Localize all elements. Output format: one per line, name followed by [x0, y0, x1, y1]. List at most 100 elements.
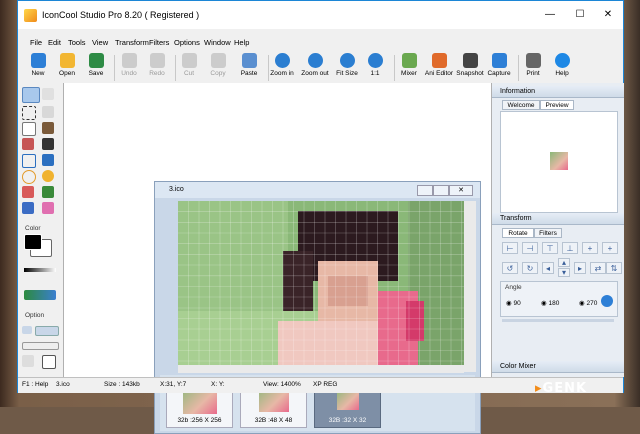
app-window: IconCool Studio Pro 8.20 ( Registered ) …	[17, 0, 624, 434]
save-label: Save	[88, 70, 104, 77]
redo-button[interactable]: Redo	[140, 51, 174, 83]
menu-window[interactable]: Window	[204, 38, 231, 47]
selection-tool-icon[interactable]	[22, 87, 40, 103]
option-small-icon[interactable]	[22, 326, 32, 334]
eyedropper-icon[interactable]	[42, 186, 54, 198]
flip-horizontal-icon[interactable]: ⇄	[590, 262, 606, 274]
line-width-selector[interactable]	[22, 342, 59, 350]
fill-bucket-icon[interactable]	[22, 186, 34, 198]
menu-tools[interactable]: Tools	[68, 38, 86, 47]
flip-vertical-icon[interactable]: ⇅	[606, 262, 622, 274]
capture-label: Capture	[487, 70, 511, 77]
angle-180-radio[interactable]: ◉ 180	[541, 299, 559, 307]
align-right-button[interactable]: ⊣	[522, 242, 538, 254]
center-horizontal-button[interactable]: +	[582, 242, 598, 254]
menu-filters[interactable]: Filters	[149, 38, 169, 47]
tab-rotate[interactable]: Rotate	[502, 228, 534, 238]
menu-options[interactable]: Options	[174, 38, 200, 47]
close-button[interactable]: ✕	[593, 1, 623, 29]
rectangle-icon[interactable]	[22, 154, 36, 168]
rotate-ccw-icon[interactable]: ↺	[502, 262, 518, 274]
opacity-slider[interactable]	[24, 268, 56, 272]
pencil-tool-icon[interactable]	[42, 122, 54, 134]
lasso-tool-icon[interactable]	[42, 88, 54, 100]
nudge-left-button[interactable]: ◂	[542, 262, 554, 274]
menu-file[interactable]: File	[30, 38, 42, 47]
status-bar: F1 : Help 3.ico Size : 143kb X:31, Y:7 X…	[18, 377, 623, 393]
preview-pane	[500, 111, 618, 213]
actual-size-button[interactable]: 1:1	[358, 51, 392, 83]
zoom-out-label: Zoom out	[301, 70, 329, 77]
brush-tool-icon[interactable]	[22, 138, 34, 150]
apply-rotate-icon[interactable]	[601, 295, 613, 307]
title-bar: IconCool Studio Pro 8.20 ( Registered ) …	[18, 1, 623, 29]
menu-edit[interactable]: Edit	[48, 38, 61, 47]
align-left-button[interactable]: ⊢	[502, 242, 518, 254]
angle-270-radio[interactable]: ◉ 270	[579, 299, 597, 307]
nudge-right-button[interactable]: ▸	[574, 262, 586, 274]
maximize-button[interactable]: ☐	[565, 1, 595, 29]
text-tool-icon[interactable]	[22, 202, 34, 214]
ellipse-icon[interactable]	[22, 170, 36, 184]
doc-minimize-button[interactable]	[417, 185, 433, 196]
zoom-in-button[interactable]: Zoom in	[265, 51, 299, 83]
save-icon	[88, 53, 104, 68]
transform-header[interactable]: Transform	[492, 213, 624, 225]
center-vertical-button[interactable]: +	[602, 242, 618, 254]
copy-button[interactable]: Copy	[201, 51, 235, 83]
gradient-swatch[interactable]	[24, 290, 56, 300]
paste-button[interactable]: Paste	[232, 51, 266, 83]
pixel-editor-canvas[interactable]	[178, 201, 472, 372]
eraser-tool-icon[interactable]	[42, 202, 54, 214]
nudge-up-button[interactable]: ▴	[558, 258, 570, 267]
minimize-button[interactable]: —	[535, 1, 565, 29]
print-icon	[525, 53, 541, 68]
angle-270-label: 270	[586, 300, 598, 307]
copy-icon	[210, 53, 226, 68]
nudge-down-button[interactable]: ▾	[558, 268, 570, 277]
information-header[interactable]: Information	[492, 86, 624, 98]
angle-group: Angle ◉ 90 ◉ 180 ◉ 270	[500, 281, 618, 317]
menu-bar: File Edit Tools View Transform Filters O…	[18, 36, 623, 49]
thumbnail-caption: 32b :256 X 256	[177, 417, 222, 424]
curve-tool-icon[interactable]	[22, 355, 34, 367]
thumbnail-caption: 32B :32 X 32	[328, 417, 367, 424]
menu-view[interactable]: View	[92, 38, 108, 47]
thumbnail-caption: 32B :48 X 48	[254, 417, 293, 424]
menu-transform[interactable]: Transform	[115, 38, 149, 47]
mixer-button[interactable]: Mixer	[392, 51, 426, 83]
align-top-button[interactable]: ⊤	[542, 242, 558, 254]
status-position: X:31, Y:7	[160, 381, 187, 388]
tab-welcome[interactable]: Welcome	[502, 100, 540, 110]
rect-select-icon[interactable]	[22, 106, 36, 120]
zoom-out-button[interactable]: Zoom out	[298, 51, 332, 83]
tab-preview[interactable]: Preview	[540, 100, 574, 110]
rotate-cw-icon[interactable]: ↻	[522, 262, 538, 274]
angle-90-radio[interactable]: ◉ 90	[506, 299, 521, 307]
copy-label: Copy	[210, 70, 226, 77]
rotate-slider[interactable]	[502, 319, 614, 322]
horizontal-scrollbar[interactable]	[178, 365, 464, 373]
foreground-color-swatch[interactable]	[24, 234, 42, 250]
vertical-scrollbar[interactable]	[464, 201, 476, 372]
ani-editor-button[interactable]: Ani Editor	[422, 51, 456, 83]
save-button[interactable]: Save	[79, 51, 113, 83]
capture-button[interactable]: Capture	[482, 51, 516, 83]
color-mixer-header[interactable]: Color Mixer	[492, 361, 624, 373]
snap-tool-icon[interactable]	[42, 355, 56, 369]
filled-rectangle-icon[interactable]	[42, 154, 54, 166]
help-button[interactable]: Help	[545, 51, 579, 83]
doc-close-button[interactable]: ✕	[449, 185, 473, 196]
pen-tool-icon[interactable]	[42, 138, 54, 150]
tab-filters[interactable]: Filters	[534, 228, 562, 238]
ani-editor-icon	[431, 53, 447, 68]
menu-help[interactable]: Help	[234, 38, 249, 47]
line-tool-icon[interactable]	[22, 122, 36, 136]
doc-maximize-button[interactable]	[433, 185, 449, 196]
move-tool-icon[interactable]	[42, 106, 54, 118]
filled-ellipse-icon[interactable]	[42, 170, 54, 182]
angle-180-label: 180	[548, 300, 560, 307]
watermark-text: GENK	[542, 381, 588, 396]
align-bottom-button[interactable]: ⊥	[562, 242, 578, 254]
option-wide-icon[interactable]	[35, 326, 59, 336]
